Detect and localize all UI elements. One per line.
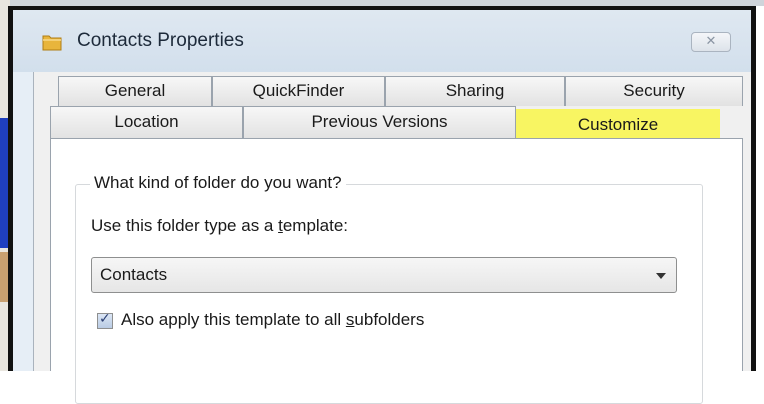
tab-label: Customize	[577, 115, 659, 134]
template-label: Use this folder type as a template:	[91, 216, 349, 235]
folder-type-value: Contacts	[100, 265, 168, 284]
tab-label: Location	[114, 112, 179, 131]
tab-location[interactable]: Location	[50, 106, 243, 138]
folder-icon	[42, 35, 62, 51]
apply-subfolders-checkbox[interactable]: ✓	[97, 311, 113, 329]
tab-general[interactable]: General	[58, 76, 212, 106]
chevron-down-icon	[656, 273, 666, 279]
title-bar[interactable]: Contacts Properties ✕	[13, 10, 751, 72]
customize-panel: What kind of folder do you want? Use thi…	[50, 138, 743, 404]
tab-label: QuickFinder	[252, 81, 345, 100]
tab-security[interactable]: Security	[565, 76, 743, 106]
tab-previous-versions[interactable]: Previous Versions	[243, 106, 516, 138]
tab-label: General	[104, 81, 166, 100]
tab-quickfinder[interactable]: QuickFinder	[212, 76, 385, 106]
tab-label: Security	[623, 81, 685, 100]
tab-label: Previous Versions	[311, 112, 448, 131]
folder-type-select[interactable]: Contacts	[91, 257, 677, 293]
close-button[interactable]: ✕	[691, 32, 731, 52]
close-icon: ✕	[705, 34, 717, 49]
tab-sharing[interactable]: Sharing	[385, 76, 565, 106]
dialog-title: Contacts Properties	[77, 30, 244, 51]
apply-subfolders-label[interactable]: Also apply this template to all subfolde…	[121, 310, 424, 330]
tab-label: Sharing	[445, 81, 505, 100]
checkmark-icon: ✓	[99, 311, 111, 327]
group-legend: What kind of folder do you want?	[90, 173, 346, 193]
